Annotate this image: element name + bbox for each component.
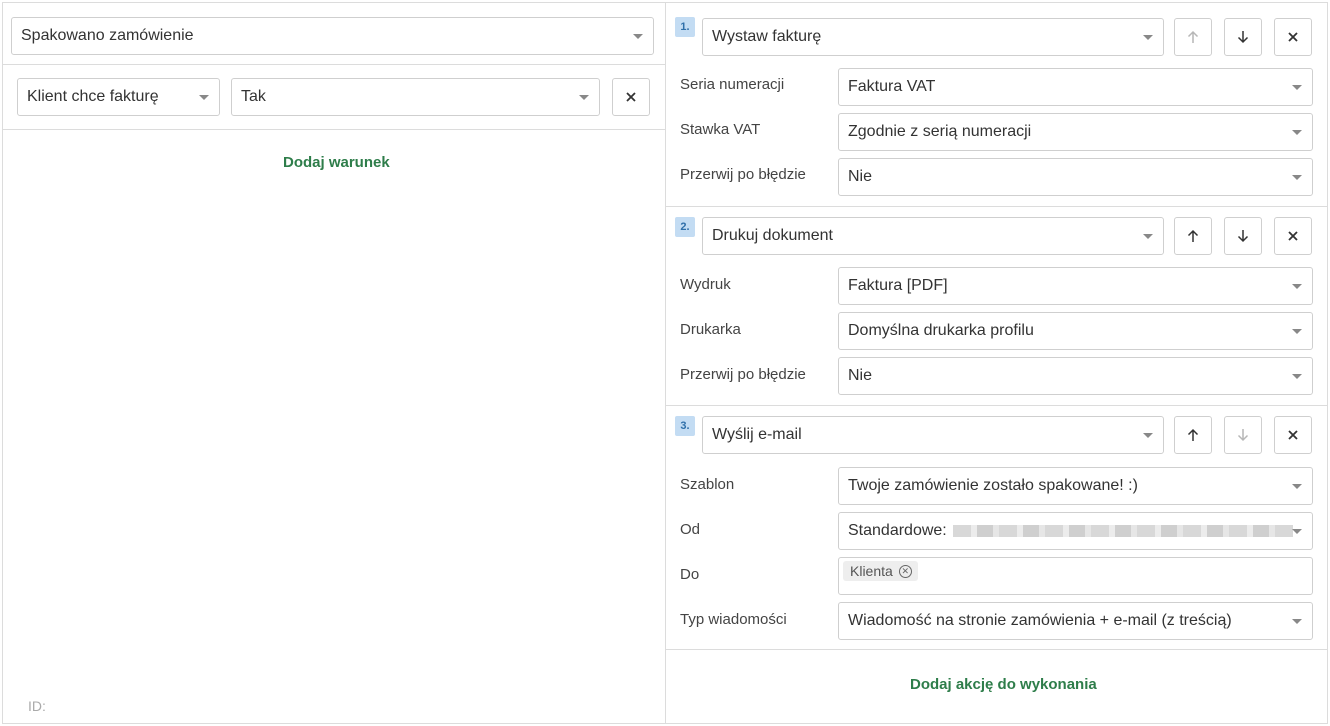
outer-frame [2,2,1328,724]
